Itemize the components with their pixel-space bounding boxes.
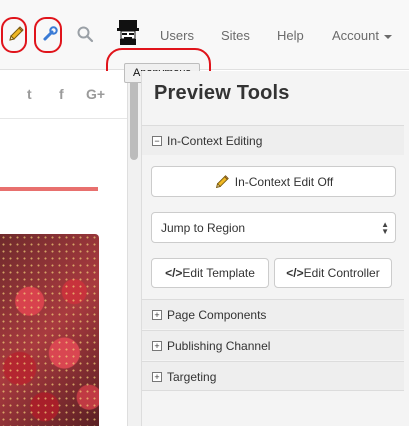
- section-page-components[interactable]: + Page Components: [142, 299, 404, 329]
- section-label: Targeting: [167, 370, 217, 384]
- strawberries-image: [0, 234, 99, 426]
- google-plus-icon[interactable]: G+: [86, 86, 105, 102]
- expand-icon: +: [152, 372, 162, 382]
- code-icon: </>: [286, 266, 304, 280]
- anonymous-avatar-icon[interactable]: [113, 16, 143, 48]
- collapse-icon: −: [152, 136, 162, 146]
- section-label: Publishing Channel: [167, 339, 271, 353]
- section-label: In-Context Editing: [167, 134, 263, 148]
- edit-template-label: Edit Template: [182, 266, 255, 280]
- expand-icon: +: [152, 341, 162, 351]
- account-label: Account: [332, 28, 379, 43]
- caret-down-icon: [383, 34, 392, 39]
- section-publishing-channel[interactable]: + Publishing Channel: [142, 330, 404, 360]
- twitter-icon[interactable]: t: [27, 86, 32, 102]
- facebook-icon[interactable]: f: [59, 86, 64, 102]
- jump-to-region-select[interactable]: Jump to Region ▲ ▼: [151, 212, 396, 243]
- in-context-edit-toggle-button[interactable]: In-Context Edit Off: [151, 166, 396, 197]
- panel-title: Preview Tools: [154, 82, 290, 104]
- section-in-context-editing[interactable]: − In-Context Editing: [142, 125, 404, 155]
- pencil-icon[interactable]: [2, 18, 30, 50]
- edit-controller-button[interactable]: </> Edit Controller: [274, 258, 392, 288]
- expand-icon: +: [152, 310, 162, 320]
- section-targeting[interactable]: + Targeting: [142, 361, 404, 391]
- select-value: Jump to Region: [161, 221, 246, 235]
- nav-link-users[interactable]: Users: [160, 28, 194, 43]
- select-arrows-icon: ▲ ▼: [381, 220, 389, 236]
- content-divider: [0, 118, 127, 119]
- edit-template-button[interactable]: </> Edit Template: [151, 258, 269, 288]
- scrollbar-thumb[interactable]: [130, 72, 138, 160]
- wrench-icon[interactable]: [36, 18, 64, 50]
- edit-controller-label: Edit Controller: [303, 266, 380, 280]
- pencil-icon: [215, 174, 229, 188]
- edit-toggle-label: In-Context Edit Off: [234, 174, 334, 189]
- account-dropdown[interactable]: Account: [332, 28, 392, 43]
- nav-link-help[interactable]: Help: [277, 28, 304, 43]
- nav-link-sites[interactable]: Sites: [221, 28, 250, 43]
- search-icon[interactable]: [71, 18, 99, 50]
- accent-rule: [0, 187, 98, 191]
- code-icon: </>: [165, 266, 183, 280]
- section-label: Page Components: [167, 308, 267, 322]
